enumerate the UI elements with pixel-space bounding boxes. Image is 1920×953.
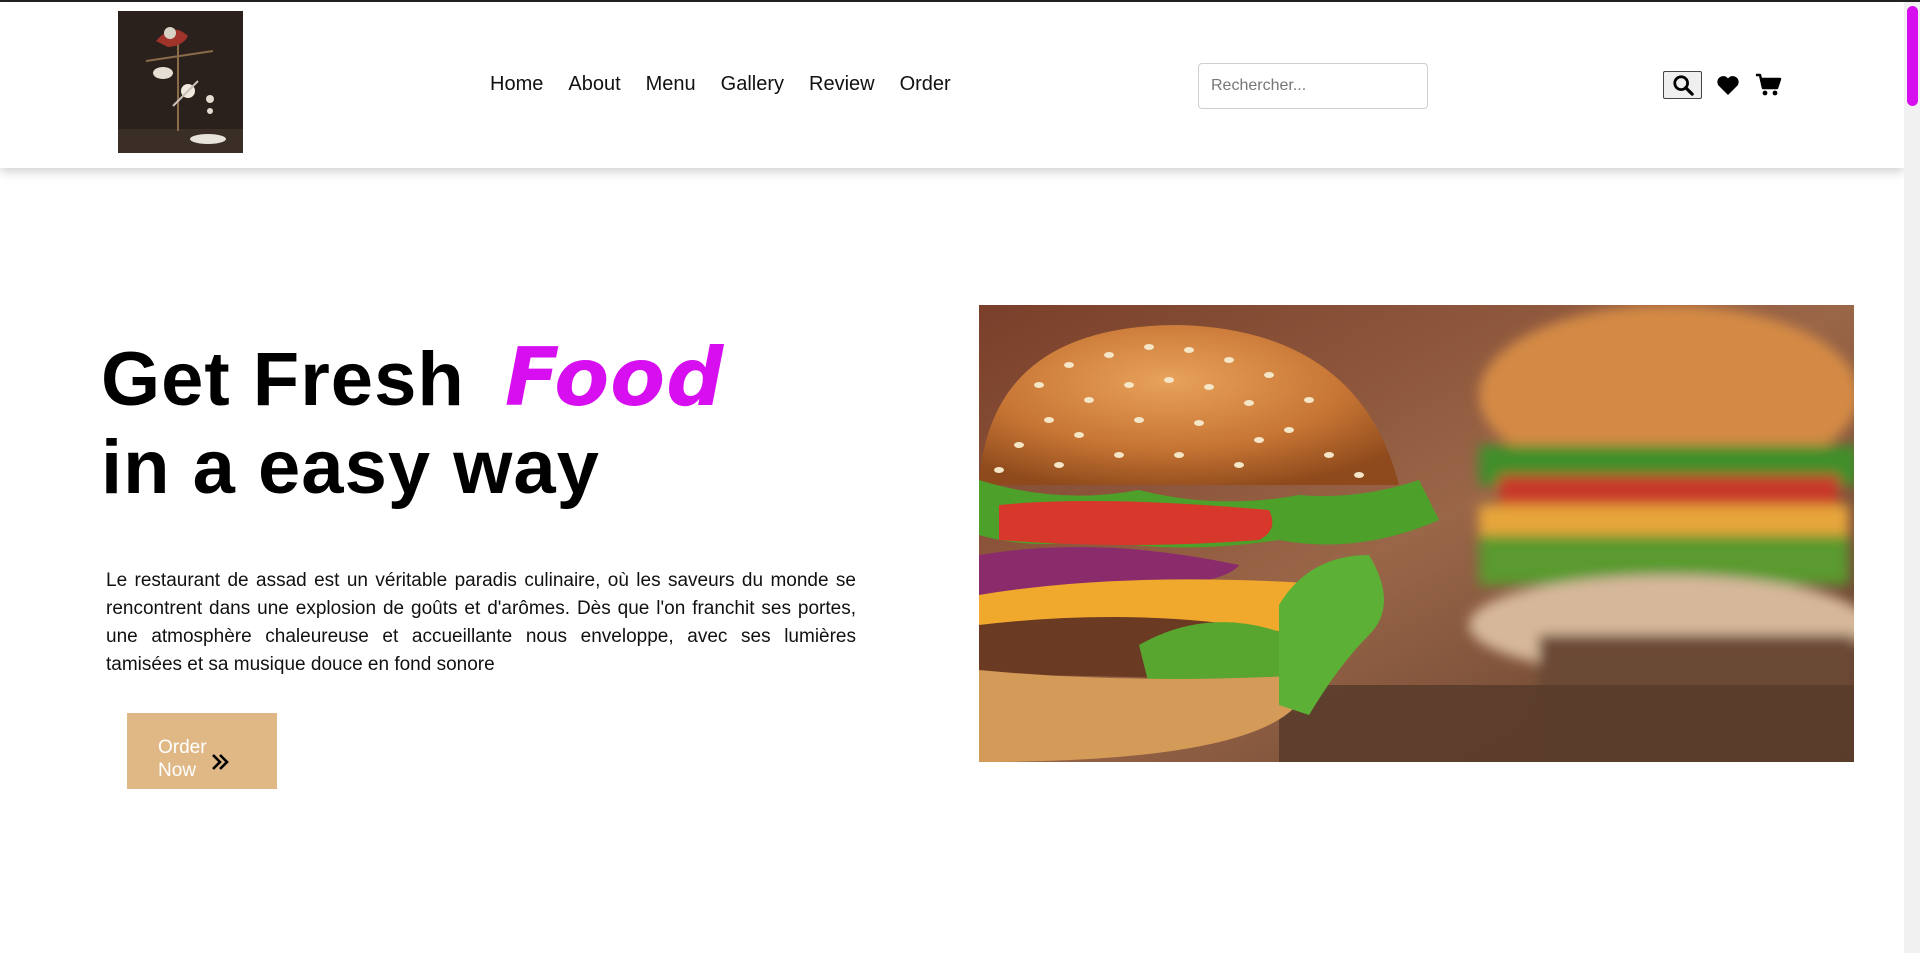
logo-image[interactable] (118, 11, 243, 153)
search-button[interactable] (1663, 71, 1702, 99)
nav-about[interactable]: About (568, 72, 620, 96)
heart-icon (1717, 76, 1739, 95)
nav-home[interactable]: Home (490, 72, 543, 96)
order-now-button[interactable]: Order Now (127, 713, 277, 789)
cart-button[interactable] (1751, 70, 1785, 100)
double-chevron-right-icon (212, 754, 229, 770)
page: Home About Menu Gallery Review Order Rec… (0, 0, 1920, 953)
cart-icon (1755, 73, 1781, 96)
header-actions (1663, 70, 1791, 100)
wishlist-button[interactable] (1711, 70, 1745, 100)
page-scrollbar[interactable] (1904, 2, 1920, 953)
search-icon (1672, 75, 1694, 96)
hero-title: Get Fresh Food in a easy way (101, 334, 724, 512)
hero-title-line2: in a easy way (101, 425, 600, 510)
nav-review[interactable]: Review (809, 72, 875, 96)
scrollbar-thumb[interactable] (1907, 6, 1918, 106)
order-now-label-line2: Now (158, 760, 197, 781)
burger-image (979, 305, 1854, 762)
order-now-label-line1: Order (158, 737, 207, 758)
hero-title-accent: Food (504, 331, 725, 424)
burger-artwork (979, 305, 1854, 762)
hero-description: Le restaurant de assad est un véritable … (106, 570, 856, 675)
nav-order[interactable]: Order (900, 72, 951, 96)
search-input[interactable] (1198, 63, 1428, 109)
main-nav: Home About Menu Gallery Review Order (490, 72, 976, 96)
site-header: Home About Menu Gallery Review Order (0, 2, 1904, 168)
nav-gallery[interactable]: Gallery (721, 72, 784, 96)
hero-title-part1: Get Fresh (101, 337, 465, 422)
nav-menu[interactable]: Menu (646, 72, 696, 96)
logo-artwork (118, 11, 243, 153)
